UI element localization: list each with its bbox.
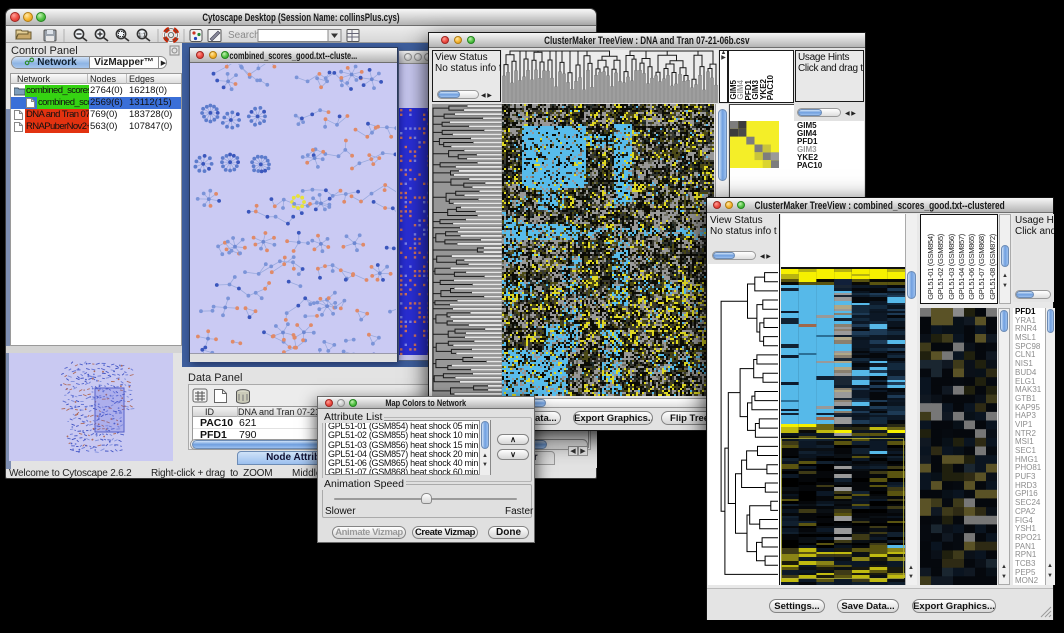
svg-text:Search:: Search: <box>228 30 262 41</box>
svg-text:1:1: 1:1 <box>138 33 145 39</box>
